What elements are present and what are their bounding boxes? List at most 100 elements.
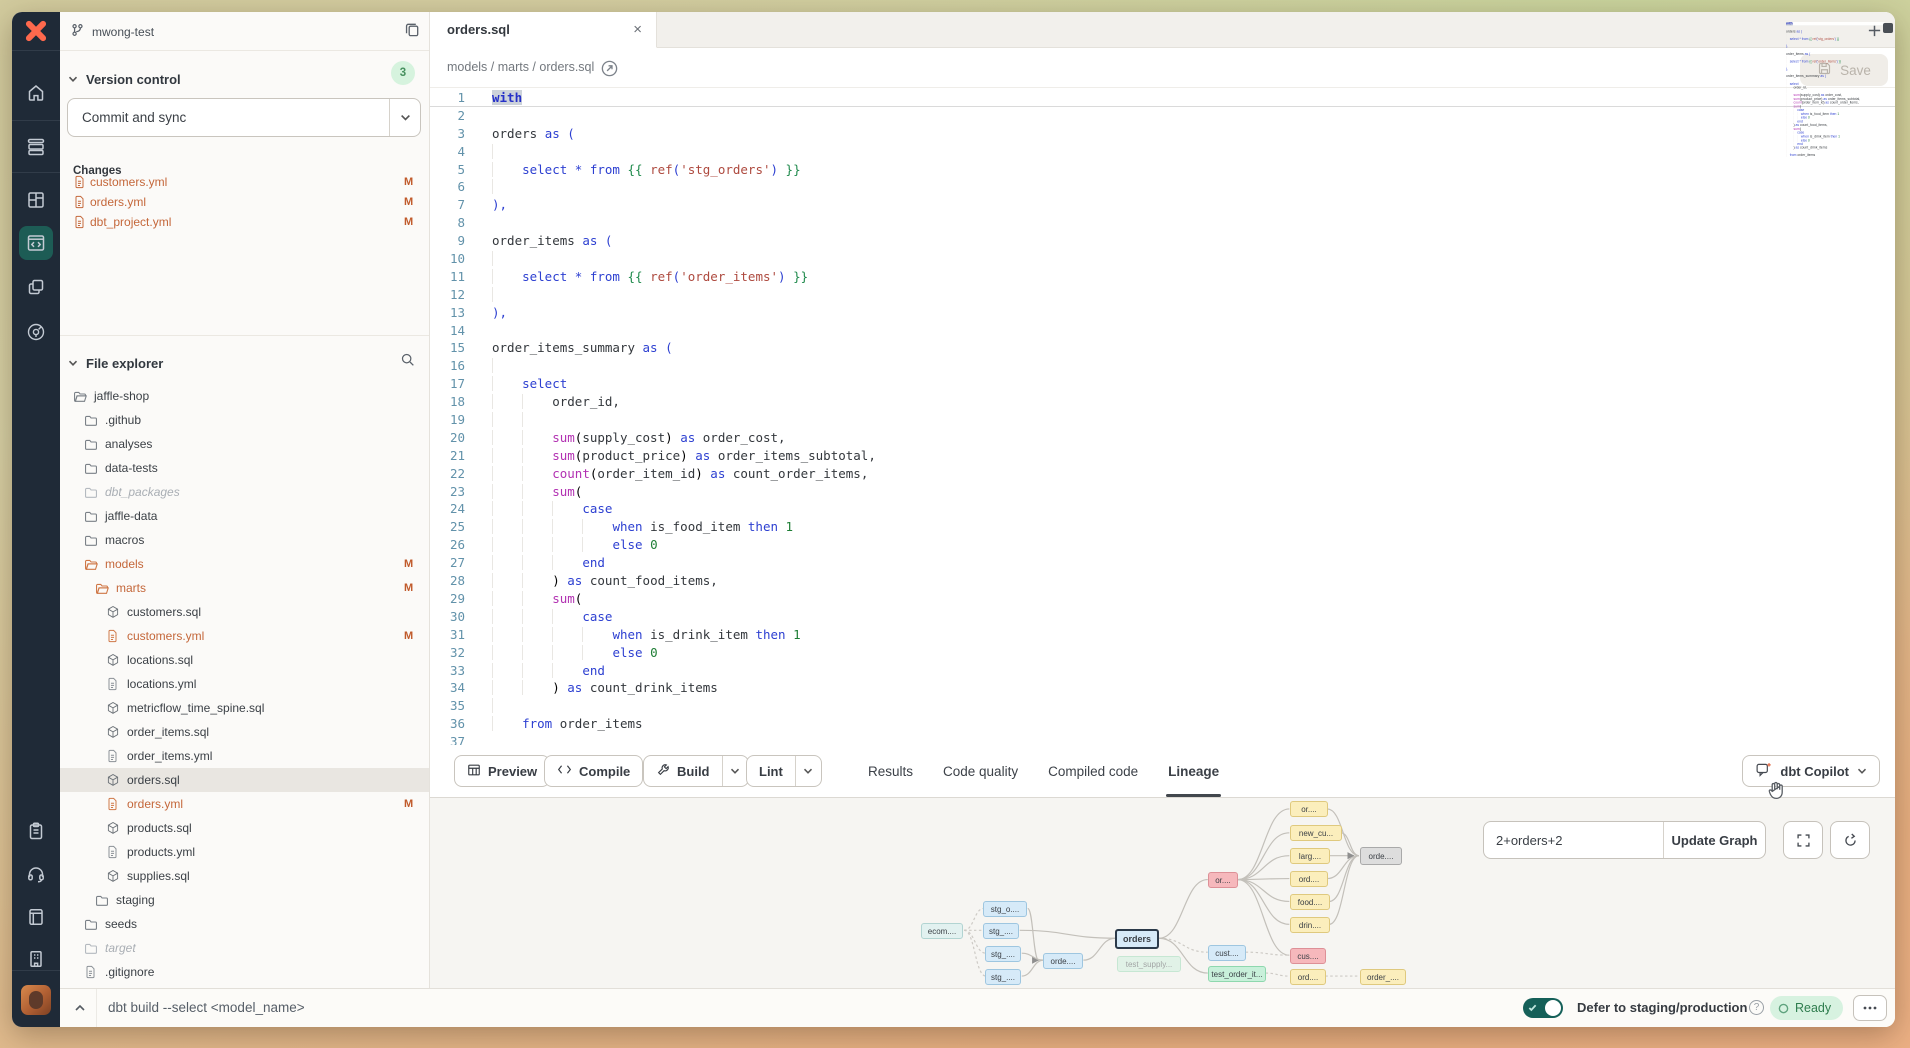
code-line-28[interactable]: 28 ) as count_food_items, bbox=[430, 572, 1895, 590]
code-line-2[interactable]: 2 bbox=[430, 107, 1895, 125]
tab-results[interactable]: Results bbox=[868, 745, 913, 797]
lineage-node-stg_4[interactable]: stg_.... bbox=[985, 969, 1021, 985]
file-tree-item-target[interactable]: target bbox=[60, 936, 429, 960]
rail-item-grid[interactable] bbox=[12, 180, 60, 220]
file-tree-item-marts[interactable]: martsM bbox=[60, 576, 429, 600]
lineage-node-y_or[interactable]: or.... bbox=[1290, 801, 1328, 817]
search-icon[interactable] bbox=[400, 352, 415, 370]
code-line-6[interactable]: 6 bbox=[430, 178, 1895, 196]
update-graph-button[interactable]: Update Graph bbox=[1663, 822, 1765, 858]
lineage-node-y_order3[interactable]: order_.... bbox=[1360, 969, 1406, 985]
tab-orders-sql[interactable]: orders.sql × bbox=[430, 12, 657, 48]
user-avatar[interactable] bbox=[21, 985, 51, 1015]
editor-scrollbar-thumb[interactable] bbox=[1883, 23, 1893, 33]
lineage-node-stg_3[interactable]: stg_.... bbox=[985, 946, 1021, 962]
code-line-11[interactable]: 11 select * from {{ ref('order_items') }… bbox=[430, 268, 1895, 286]
code-line-5[interactable]: 5 select * from {{ ref('stg_orders') }} bbox=[430, 161, 1895, 179]
tab-compiled-code[interactable]: Compiled code bbox=[1048, 745, 1138, 797]
file-tree-item-orders-sql[interactable]: orders.sql bbox=[60, 768, 429, 792]
file-tree-item-customers-sql[interactable]: customers.sql bbox=[60, 600, 429, 624]
code-line-33[interactable]: 33 end bbox=[430, 662, 1895, 680]
lint-dropdown[interactable] bbox=[795, 756, 821, 786]
rail-item-clipboard[interactable] bbox=[12, 811, 60, 851]
code-line-27[interactable]: 27 end bbox=[430, 554, 1895, 572]
lineage-node-y_ord[interactable]: ord.... bbox=[1290, 871, 1328, 887]
lineage-node-orde[interactable]: orde.... bbox=[1043, 953, 1083, 969]
build-dropdown[interactable] bbox=[722, 756, 748, 786]
file-tree-item-order-items-sql[interactable]: order_items.sql bbox=[60, 720, 429, 744]
code-editor[interactable]: 1with23orders as (4 5 select * from {{ r… bbox=[430, 88, 1895, 745]
open-lineage-icon[interactable] bbox=[598, 57, 620, 79]
code-line-35[interactable]: 35 bbox=[430, 697, 1895, 715]
code-line-23[interactable]: 23 sum( bbox=[430, 483, 1895, 501]
refresh-button[interactable] bbox=[1830, 821, 1870, 859]
code-line-14[interactable]: 14 bbox=[430, 322, 1895, 340]
command-input[interactable]: dbt build --select <model_name> bbox=[108, 1000, 305, 1015]
lint-button[interactable]: Lint bbox=[746, 755, 822, 787]
file-tree-item-products-sql[interactable]: products.sql bbox=[60, 816, 429, 840]
file-tree-item-seeds[interactable]: seeds bbox=[60, 912, 429, 936]
lineage-node-y_ord2[interactable]: ord.... bbox=[1290, 969, 1326, 985]
code-line-37[interactable] bbox=[1786, 157, 1885, 161]
code-line-15[interactable]: 15order_items_summary as ( bbox=[430, 339, 1895, 357]
rail-item-notebook[interactable] bbox=[12, 897, 60, 937]
defer-toggle[interactable] bbox=[1523, 998, 1563, 1018]
file-tree-item-staging[interactable]: staging bbox=[60, 888, 429, 912]
changed-file-row[interactable]: dbt_project.ymlM bbox=[60, 212, 429, 232]
rail-item-headset[interactable] bbox=[12, 854, 60, 894]
editor-minimap[interactable]: withorders as ( select * from {{ ref('st… bbox=[1786, 22, 1886, 194]
rail-item-stack[interactable] bbox=[12, 127, 60, 167]
more-options-button[interactable] bbox=[1853, 995, 1887, 1021]
file-tree-item-order-items-yml[interactable]: order_items.yml bbox=[60, 744, 429, 768]
lineage-node-y_larg[interactable]: larg.... bbox=[1290, 848, 1330, 864]
commit-dropdown[interactable] bbox=[389, 99, 420, 136]
rail-item-building[interactable] bbox=[12, 939, 60, 979]
lineage-node-g_orde[interactable]: orde.... bbox=[1360, 847, 1402, 865]
file-tree-item-locations-yml[interactable]: locations.yml bbox=[60, 672, 429, 696]
lineage-node-tsup[interactable]: test_supply... bbox=[1117, 956, 1181, 972]
code-line-16[interactable]: 16 bbox=[430, 357, 1895, 375]
file-tree-item-jaffle-shop[interactable]: jaffle-shop bbox=[60, 384, 429, 408]
rail-item-windows[interactable] bbox=[12, 267, 60, 307]
file-tree-item-dbt-packages[interactable]: dbt_packages bbox=[60, 480, 429, 504]
code-line-19[interactable]: 19 bbox=[430, 411, 1895, 429]
rail-item-compass[interactable] bbox=[12, 312, 60, 352]
file-tree-item-analyses[interactable]: analyses bbox=[60, 432, 429, 456]
code-line-1[interactable]: 1with bbox=[430, 89, 1895, 107]
code-line-29[interactable]: 29 sum( bbox=[430, 590, 1895, 608]
file-tree-item-orders-yml[interactable]: orders.ymlM bbox=[60, 792, 429, 816]
code-line-13[interactable]: 13), bbox=[430, 304, 1895, 322]
code-line-21[interactable]: 21 sum(product_price) as order_items_sub… bbox=[430, 447, 1895, 465]
copy-docs-icon[interactable] bbox=[404, 21, 421, 41]
file-explorer-header[interactable]: File explorer bbox=[68, 356, 163, 371]
file-tree-item-models[interactable]: modelsM bbox=[60, 552, 429, 576]
dbt-copilot-button[interactable]: dbt Copilot bbox=[1742, 755, 1880, 787]
lineage-node-or_p[interactable]: or.... bbox=[1208, 872, 1238, 888]
compile-button[interactable]: Compile bbox=[544, 755, 643, 787]
help-icon[interactable]: ? bbox=[1749, 1000, 1764, 1015]
tab-code-quality[interactable]: Code quality bbox=[943, 745, 1018, 797]
lineage-node-y_drin[interactable]: drin.... bbox=[1290, 917, 1330, 933]
code-line-12[interactable]: 12 bbox=[430, 286, 1895, 304]
dbt-logo-icon[interactable] bbox=[22, 17, 50, 45]
code-line-10[interactable]: 10 bbox=[430, 250, 1895, 268]
lineage-node-y_food[interactable]: food.... bbox=[1290, 894, 1330, 910]
lineage-selector-input[interactable]: 2+orders+2 bbox=[1484, 822, 1663, 858]
code-line-37[interactable]: 37 bbox=[430, 733, 1895, 745]
file-tree-item-data-tests[interactable]: data-tests bbox=[60, 456, 429, 480]
code-line-9[interactable]: 9order_items as ( bbox=[430, 232, 1895, 250]
code-line-3[interactable]: 3orders as ( bbox=[430, 125, 1895, 143]
version-control-header[interactable]: Version control bbox=[68, 72, 181, 87]
file-tree-item-metricflow-time-spine-sql[interactable]: metricflow_time_spine.sql bbox=[60, 696, 429, 720]
lineage-node-orders[interactable]: orders bbox=[1115, 929, 1159, 949]
preview-button[interactable]: Preview bbox=[454, 755, 550, 787]
lineage-node-y_newcu[interactable]: new_cu... bbox=[1290, 825, 1342, 841]
code-line-8[interactable]: 8 bbox=[430, 214, 1895, 232]
code-line-18[interactable]: 18 order_id, bbox=[430, 393, 1895, 411]
file-tree-item-products-yml[interactable]: products.yml bbox=[60, 840, 429, 864]
lineage-node-stg_o[interactable]: stg_o.... bbox=[983, 901, 1027, 917]
file-tree-item--github[interactable]: .github bbox=[60, 408, 429, 432]
code-line-7[interactable]: 7), bbox=[430, 196, 1895, 214]
tab-lineage[interactable]: Lineage bbox=[1168, 745, 1219, 797]
file-tree-item--gitignore[interactable]: .gitignore bbox=[60, 960, 429, 984]
